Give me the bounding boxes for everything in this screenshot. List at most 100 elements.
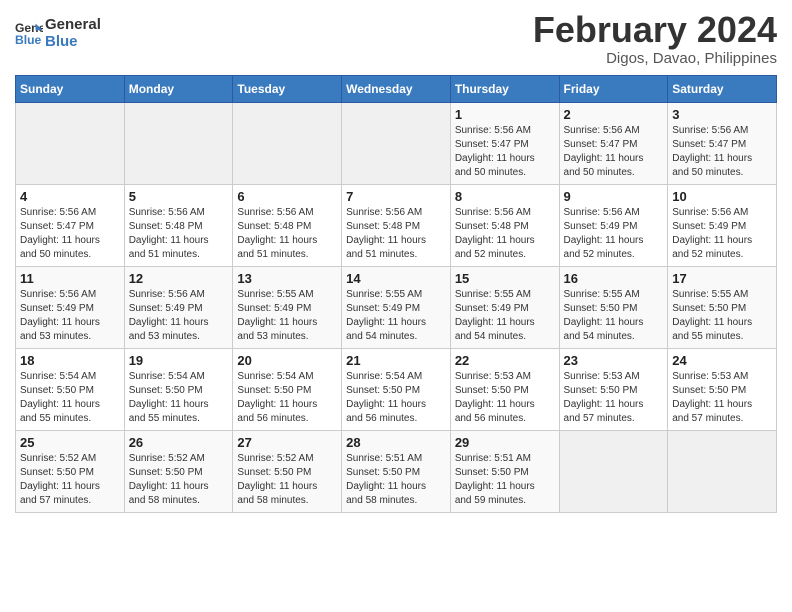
day-info: Sunrise: 5:56 AM Sunset: 5:49 PM Dayligh… [564,206,664,262]
calendar-week-1: 1 Sunrise: 5:56 AM Sunset: 5:47 PM Daylig… [16,102,777,184]
calendar-cell: 1 Sunrise: 5:56 AM Sunset: 5:47 PM Daylig… [450,102,559,184]
calendar-cell: 25 Sunrise: 5:52 AM Sunset: 5:50 PM Dayli… [16,430,125,512]
subtitle: Digos, Davao, Philippines [533,50,777,67]
day-info: Sunrise: 5:51 AM Sunset: 5:50 PM Dayligh… [455,452,555,508]
day-number: 16 [564,271,664,286]
day-number: 28 [346,435,446,450]
day-number: 14 [346,271,446,286]
calendar-cell: 14 Sunrise: 5:55 AM Sunset: 5:49 PM Dayli… [342,266,451,348]
day-info: Sunrise: 5:56 AM Sunset: 5:48 PM Dayligh… [129,206,229,262]
day-info: Sunrise: 5:53 AM Sunset: 5:50 PM Dayligh… [564,370,664,426]
calendar-cell: 3 Sunrise: 5:56 AM Sunset: 5:47 PM Daylig… [668,102,777,184]
calendar-cell: 22Sunrise: 5:53 AM Sunset: 5:50 PM Dayli… [450,348,559,430]
day-info: Sunrise: 5:53 AM Sunset: 5:50 PM Dayligh… [455,370,555,426]
header-cell-sunday: Sunday [16,75,125,102]
day-number: 3 [672,107,772,122]
calendar-cell: 19 Sunrise: 5:54 AM Sunset: 5:50 PM Dayli… [124,348,233,430]
calendar-cell [668,430,777,512]
day-info: Sunrise: 5:56 AM Sunset: 5:48 PM Dayligh… [455,206,555,262]
logo-line1: General [45,16,101,33]
header-cell-friday: Friday [559,75,668,102]
day-number: 2 [564,107,664,122]
day-number: 15 [455,271,555,286]
title-block: February 2024 Digos, Davao, Philippines [533,10,777,67]
day-info: Sunrise: 5:51 AM Sunset: 5:50 PM Dayligh… [346,452,446,508]
calendar-cell: 26Sunrise: 5:52 AM Sunset: 5:50 PM Dayli… [124,430,233,512]
header-cell-wednesday: Wednesday [342,75,451,102]
header-cell-monday: Monday [124,75,233,102]
calendar-cell [233,102,342,184]
day-number: 10 [672,189,772,204]
day-info: Sunrise: 5:52 AM Sunset: 5:50 PM Dayligh… [129,452,229,508]
day-number: 8 [455,189,555,204]
logo: General Blue General Blue [15,16,101,50]
day-info: Sunrise: 5:55 AM Sunset: 5:49 PM Dayligh… [346,288,446,344]
calendar-week-4: 18 Sunrise: 5:54 AM Sunset: 5:50 PM Dayli… [16,348,777,430]
calendar-week-2: 4 Sunrise: 5:56 AM Sunset: 5:47 PM Daylig… [16,184,777,266]
day-number: 4 [20,189,120,204]
header: General Blue General Blue February 2024 … [15,10,777,67]
day-number: 6 [237,189,337,204]
day-number: 29 [455,435,555,450]
calendar-cell: 12 Sunrise: 5:56 AM Sunset: 5:49 PM Dayli… [124,266,233,348]
svg-text:Blue: Blue [15,33,42,47]
day-info: Sunrise: 5:53 AM Sunset: 5:50 PM Dayligh… [672,370,772,426]
calendar-cell: 16Sunrise: 5:55 AM Sunset: 5:50 PM Dayli… [559,266,668,348]
day-info: Sunrise: 5:56 AM Sunset: 5:49 PM Dayligh… [129,288,229,344]
day-info: Sunrise: 5:56 AM Sunset: 5:49 PM Dayligh… [20,288,120,344]
calendar-cell [16,102,125,184]
day-info: Sunrise: 5:55 AM Sunset: 5:50 PM Dayligh… [672,288,772,344]
day-info: Sunrise: 5:54 AM Sunset: 5:50 PM Dayligh… [129,370,229,426]
day-info: Sunrise: 5:56 AM Sunset: 5:49 PM Dayligh… [672,206,772,262]
calendar-cell: 27Sunrise: 5:52 AM Sunset: 5:50 PM Dayli… [233,430,342,512]
header-cell-thursday: Thursday [450,75,559,102]
day-number: 13 [237,271,337,286]
day-number: 9 [564,189,664,204]
day-number: 18 [20,353,120,368]
calendar-week-5: 25 Sunrise: 5:52 AM Sunset: 5:50 PM Dayli… [16,430,777,512]
calendar-cell: 6 Sunrise: 5:56 AM Sunset: 5:48 PM Daylig… [233,184,342,266]
day-number: 20 [237,353,337,368]
logo-line2: Blue [45,33,101,50]
calendar-cell: 4 Sunrise: 5:56 AM Sunset: 5:47 PM Daylig… [16,184,125,266]
day-info: Sunrise: 5:54 AM Sunset: 5:50 PM Dayligh… [346,370,446,426]
day-info: Sunrise: 5:56 AM Sunset: 5:47 PM Dayligh… [20,206,120,262]
calendar-header-row: SundayMondayTuesdayWednesdayThursdayFrid… [16,75,777,102]
calendar-cell [559,430,668,512]
calendar-week-3: 11 Sunrise: 5:56 AM Sunset: 5:49 PM Dayli… [16,266,777,348]
day-number: 19 [129,353,229,368]
day-info: Sunrise: 5:56 AM Sunset: 5:47 PM Dayligh… [455,124,555,180]
day-info: Sunrise: 5:56 AM Sunset: 5:48 PM Dayligh… [237,206,337,262]
day-info: Sunrise: 5:55 AM Sunset: 5:49 PM Dayligh… [455,288,555,344]
calendar-cell: 23Sunrise: 5:53 AM Sunset: 5:50 PM Dayli… [559,348,668,430]
calendar-cell: 5 Sunrise: 5:56 AM Sunset: 5:48 PM Daylig… [124,184,233,266]
header-cell-saturday: Saturday [668,75,777,102]
calendar-cell: 15 Sunrise: 5:55 AM Sunset: 5:49 PM Dayli… [450,266,559,348]
header-cell-tuesday: Tuesday [233,75,342,102]
calendar-cell: 18Sunrise: 5:54 AM Sunset: 5:50 PM Dayli… [16,348,125,430]
calendar-table: SundayMondayTuesdayWednesdayThursdayFrid… [15,75,777,513]
calendar-cell: 28 Sunrise: 5:51 AM Sunset: 5:50 PM Dayli… [342,430,451,512]
calendar-cell [124,102,233,184]
day-number: 11 [20,271,120,286]
day-number: 27 [237,435,337,450]
day-number: 5 [129,189,229,204]
day-info: Sunrise: 5:56 AM Sunset: 5:48 PM Dayligh… [346,206,446,262]
day-number: 1 [455,107,555,122]
calendar-cell: 11 Sunrise: 5:56 AM Sunset: 5:49 PM Dayli… [16,266,125,348]
day-number: 24 [672,353,772,368]
day-number: 25 [20,435,120,450]
calendar-cell: 24 Sunrise: 5:53 AM Sunset: 5:50 PM Dayli… [668,348,777,430]
calendar-body: 1 Sunrise: 5:56 AM Sunset: 5:47 PM Daylig… [16,102,777,512]
day-number: 12 [129,271,229,286]
main-title: February 2024 [533,10,777,50]
day-info: Sunrise: 5:52 AM Sunset: 5:50 PM Dayligh… [20,452,120,508]
calendar-cell: 20Sunrise: 5:54 AM Sunset: 5:50 PM Dayli… [233,348,342,430]
calendar-cell: 7Sunrise: 5:56 AM Sunset: 5:48 PM Daylig… [342,184,451,266]
calendar-cell: 2Sunrise: 5:56 AM Sunset: 5:47 PM Daylig… [559,102,668,184]
logo-icon: General Blue [15,19,43,47]
calendar-cell: 9 Sunrise: 5:56 AM Sunset: 5:49 PM Daylig… [559,184,668,266]
day-info: Sunrise: 5:56 AM Sunset: 5:47 PM Dayligh… [672,124,772,180]
calendar-cell [342,102,451,184]
day-number: 21 [346,353,446,368]
